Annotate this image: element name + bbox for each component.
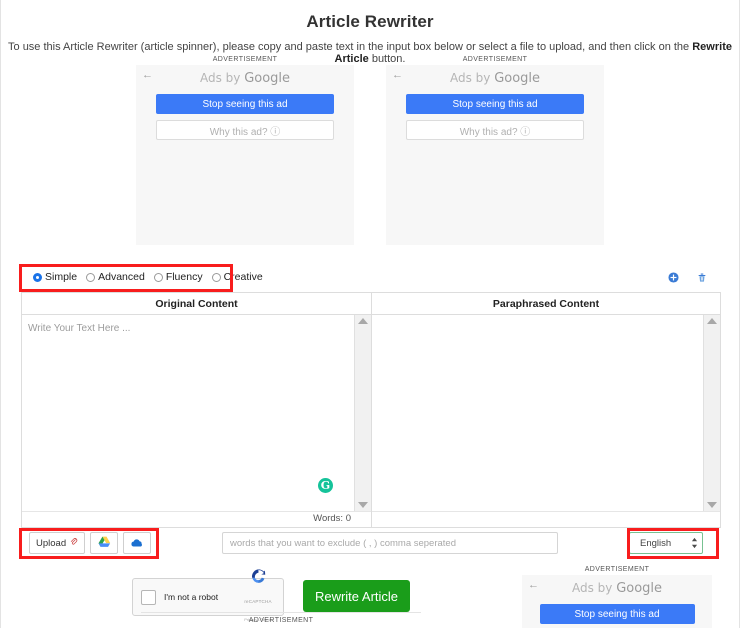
mode-option-simple[interactable]: Simple xyxy=(33,271,77,283)
ad-back-arrow-icon[interactable]: ← xyxy=(142,70,153,81)
radio-creative[interactable] xyxy=(211,272,221,282)
ads-by-text: Ads by xyxy=(449,71,491,85)
trash-icon[interactable] xyxy=(697,272,707,283)
mode-label-fluency: Fluency xyxy=(165,271,203,283)
select-arrows-icon xyxy=(691,537,698,549)
recaptcha-brand-name: reCAPTCHA xyxy=(244,599,272,604)
ad-unit-right: ADVERTISEMENT ← Ads by Google Stop seein… xyxy=(386,56,604,245)
ads-by-text: Ads by xyxy=(571,581,613,595)
upload-label: Upload xyxy=(36,537,67,549)
actions-row: Upload words that you want to exclude (… xyxy=(1,532,739,558)
ads-by-google-label: Ads by Google xyxy=(386,65,604,86)
ad-back-arrow-icon[interactable]: ← xyxy=(392,70,403,81)
ads-by-google-label: Ads by Google xyxy=(136,65,354,86)
top-ads-row: ADVERTISEMENT ← Ads by Google Stop seein… xyxy=(1,56,739,245)
rewriter-tool: Simple Advanced Fluency Creative Origina… xyxy=(21,262,721,528)
ad-label: ADVERTISEMENT xyxy=(584,566,650,573)
word-count-label: Words: 0 xyxy=(313,513,351,524)
page-title: Article Rewriter xyxy=(306,12,434,31)
add-circle-icon[interactable] xyxy=(668,271,679,283)
mode-label-simple: Simple xyxy=(45,271,78,283)
ad-unit-left: ADVERTISEMENT ← Ads by Google Stop seein… xyxy=(136,56,354,245)
original-pane-footer: Words: 0 xyxy=(22,511,371,527)
why-this-ad-button[interactable]: Why this ad? ⓘ xyxy=(156,120,334,140)
bottom-ad-label: ADVERTISEMENT xyxy=(248,617,314,624)
google-brand-text: Google xyxy=(616,581,663,596)
scroll-up-arrow-icon[interactable] xyxy=(707,318,717,324)
mode-option-fluency[interactable]: Fluency xyxy=(153,271,203,283)
why-this-ad-label: Why this ad? xyxy=(459,126,518,138)
language-selected-label: English xyxy=(640,537,672,549)
original-pane-body: Write Your Text Here ... G xyxy=(22,315,371,511)
scroll-down-arrow-icon[interactable] xyxy=(358,502,368,508)
ads-by-text: Ads by xyxy=(199,71,241,85)
language-selector[interactable]: English xyxy=(629,532,703,554)
ad-label: ADVERTISEMENT xyxy=(212,56,278,63)
google-brand-text: Google xyxy=(494,71,541,86)
ads-by-google-label: Ads by Google xyxy=(522,575,712,596)
paperclip-icon xyxy=(69,537,78,549)
recaptcha-widget[interactable]: I'm not a robot reCAPTCHA Privacy - Term… xyxy=(132,569,284,622)
paraphrased-pane-footer xyxy=(372,511,720,527)
paraphrased-scrollbar[interactable] xyxy=(703,315,720,511)
mode-toolbar: Simple Advanced Fluency Creative xyxy=(21,262,721,292)
info-icon: ⓘ xyxy=(270,126,281,138)
tool-icon-group xyxy=(668,271,711,283)
original-content-input[interactable]: Write Your Text Here ... xyxy=(22,315,354,511)
description-prefix: To use this Article Rewriter (article sp… xyxy=(8,41,693,53)
stop-seeing-ad-button[interactable]: Stop seeing this ad xyxy=(406,94,584,114)
ad-box: ← Ads by Google Stop seeing this ad Why … xyxy=(386,65,604,245)
radio-advanced[interactable] xyxy=(86,272,96,282)
recaptcha-logo-icon xyxy=(250,569,267,589)
article-rewriter-page: Article Rewriter To use this Article Rew… xyxy=(0,0,740,628)
ad-unit-bottom: ADVERTISEMENT ← Ads by Google Stop seein… xyxy=(522,566,712,628)
mode-selector: Simple Advanced Fluency Creative xyxy=(33,271,263,283)
ad-box: ← Ads by Google Stop seeing this ad Why … xyxy=(136,65,354,245)
rewrite-article-button[interactable]: Rewrite Article xyxy=(303,580,410,612)
upload-buttons: Upload xyxy=(29,532,152,554)
paraphrased-pane-body xyxy=(372,315,720,511)
google-drive-icon xyxy=(98,536,111,551)
recaptcha-label: I'm not a robot xyxy=(164,592,219,602)
stop-seeing-ad-button[interactable]: Stop seeing this ad xyxy=(539,604,695,624)
mode-label-creative: Creative xyxy=(223,271,263,283)
original-pane: Original Content Write Your Text Here ..… xyxy=(22,293,371,527)
upload-button[interactable]: Upload xyxy=(29,532,86,554)
ad-box: ← Ads by Google Stop seeing this ad xyxy=(522,575,712,628)
scroll-up-arrow-icon[interactable] xyxy=(358,318,368,324)
recaptcha-checkbox[interactable] xyxy=(141,589,156,605)
info-icon: ⓘ xyxy=(520,126,531,138)
bottom-divider xyxy=(141,612,421,613)
google-brand-text: Google xyxy=(244,71,291,86)
why-this-ad-button[interactable]: Why this ad? ⓘ xyxy=(406,120,584,140)
mode-label-advanced: Advanced xyxy=(98,271,145,283)
ad-back-arrow-icon[interactable]: ← xyxy=(528,580,539,591)
radio-simple[interactable] xyxy=(33,272,42,282)
scroll-down-arrow-icon[interactable] xyxy=(707,502,717,508)
mode-option-advanced[interactable]: Advanced xyxy=(86,271,145,283)
paraphrased-pane: Paraphrased Content xyxy=(371,293,720,527)
exclude-words-input[interactable] xyxy=(222,532,558,554)
paraphrased-content-output[interactable] xyxy=(372,315,703,511)
onedrive-icon xyxy=(130,536,144,551)
original-pane-header: Original Content xyxy=(22,293,371,315)
stop-seeing-ad-button[interactable]: Stop seeing this ad xyxy=(156,94,334,114)
why-this-ad-label: Why this ad? xyxy=(209,126,268,138)
content-panes: Original Content Write Your Text Here ..… xyxy=(21,292,721,528)
paraphrased-pane-header: Paraphrased Content xyxy=(372,293,720,315)
mode-option-creative[interactable]: Creative xyxy=(211,271,263,283)
radio-fluency[interactable] xyxy=(153,272,163,282)
onedrive-button[interactable] xyxy=(123,532,152,554)
ad-label: ADVERTISEMENT xyxy=(462,56,528,63)
original-scrollbar[interactable] xyxy=(354,315,371,511)
google-drive-button[interactable] xyxy=(90,532,119,554)
grammarly-icon[interactable]: G xyxy=(318,478,333,493)
